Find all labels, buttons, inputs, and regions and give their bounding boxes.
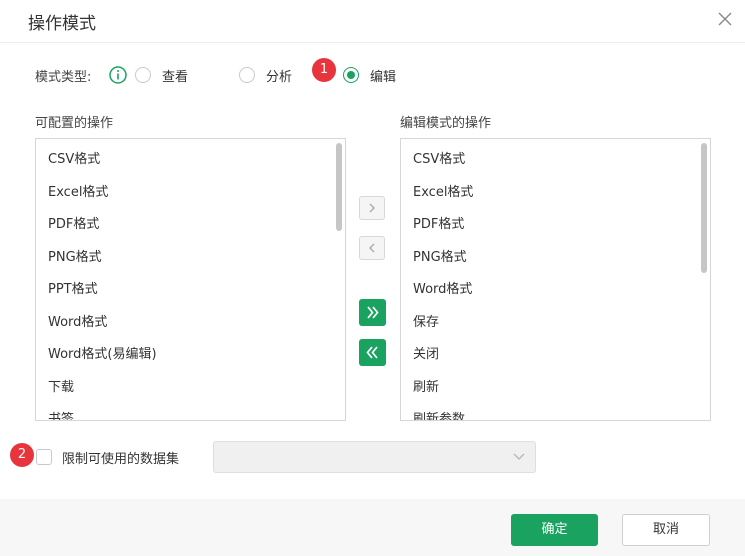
step-badge-2: 2 — [10, 443, 34, 467]
dataset-select[interactable] — [213, 441, 536, 473]
list-item[interactable]: PNG格式 — [48, 246, 102, 265]
edit-ops-title: 编辑模式的操作 — [400, 116, 492, 131]
list-item[interactable]: 刷新参数 — [413, 408, 465, 420]
edit-ops-list[interactable]: CSV格式 Excel格式 PDF格式 PNG格式 Word格式 保存 关闭 刷… — [400, 138, 711, 421]
available-ops-title: 可配置的操作 — [35, 116, 114, 131]
radio-analyze-label[interactable]: 分析 — [266, 66, 292, 85]
list-item[interactable]: 保存 — [413, 311, 439, 330]
list-item[interactable]: PDF格式 — [48, 213, 99, 232]
ok-button[interactable]: 确定 — [511, 514, 598, 546]
list-item[interactable]: Excel格式 — [413, 181, 473, 200]
restrict-dataset-checkbox[interactable] — [36, 449, 52, 465]
step-badge-1: 1 — [312, 58, 336, 82]
radio-view-label[interactable]: 查看 — [162, 66, 188, 85]
right-list-scrollbar[interactable] — [701, 143, 707, 273]
left-list-scrollbar[interactable] — [336, 143, 342, 231]
mode-type-label: 模式类型: — [35, 70, 92, 85]
list-item[interactable]: PDF格式 — [413, 213, 464, 232]
list-item[interactable]: 下载 — [48, 376, 74, 395]
move-right-button[interactable] — [359, 196, 385, 220]
dialog-title: 操作模式 — [28, 14, 96, 34]
list-item[interactable]: Excel格式 — [48, 181, 108, 200]
chevron-left-icon — [369, 243, 375, 253]
cancel-button[interactable]: 取消 — [622, 514, 710, 546]
list-item[interactable]: 关闭 — [413, 343, 439, 362]
list-item[interactable]: Word格式 — [48, 311, 107, 330]
info-icon[interactable] — [109, 66, 127, 84]
radio-edit[interactable] — [343, 67, 359, 83]
double-chevron-right-icon — [367, 306, 379, 319]
list-item[interactable]: Word格式(易编辑) — [48, 343, 157, 362]
chevron-down-icon — [513, 453, 525, 460]
double-chevron-left-icon — [366, 346, 378, 359]
dialog-header — [0, 0, 745, 43]
close-icon[interactable] — [714, 8, 736, 30]
move-all-left-button[interactable] — [359, 339, 386, 366]
list-item[interactable]: 书签 — [48, 408, 74, 420]
move-all-right-button[interactable] — [359, 299, 386, 326]
available-ops-list[interactable]: CSV格式 Excel格式 PDF格式 PNG格式 PPT格式 Word格式 W… — [35, 138, 346, 421]
move-left-button[interactable] — [359, 236, 385, 260]
list-item[interactable]: CSV格式 — [48, 148, 100, 167]
radio-analyze[interactable] — [239, 67, 255, 83]
restrict-dataset-label[interactable]: 限制可使用的数据集 — [62, 448, 179, 467]
list-item[interactable]: Word格式 — [413, 278, 472, 297]
list-item[interactable]: CSV格式 — [413, 148, 465, 167]
list-item[interactable]: PPT格式 — [48, 278, 98, 297]
radio-view[interactable] — [135, 67, 151, 83]
radio-edit-label[interactable]: 编辑 — [370, 66, 396, 85]
chevron-right-icon — [369, 203, 375, 213]
list-item[interactable]: 刷新 — [413, 376, 439, 395]
list-item[interactable]: PNG格式 — [413, 246, 467, 265]
